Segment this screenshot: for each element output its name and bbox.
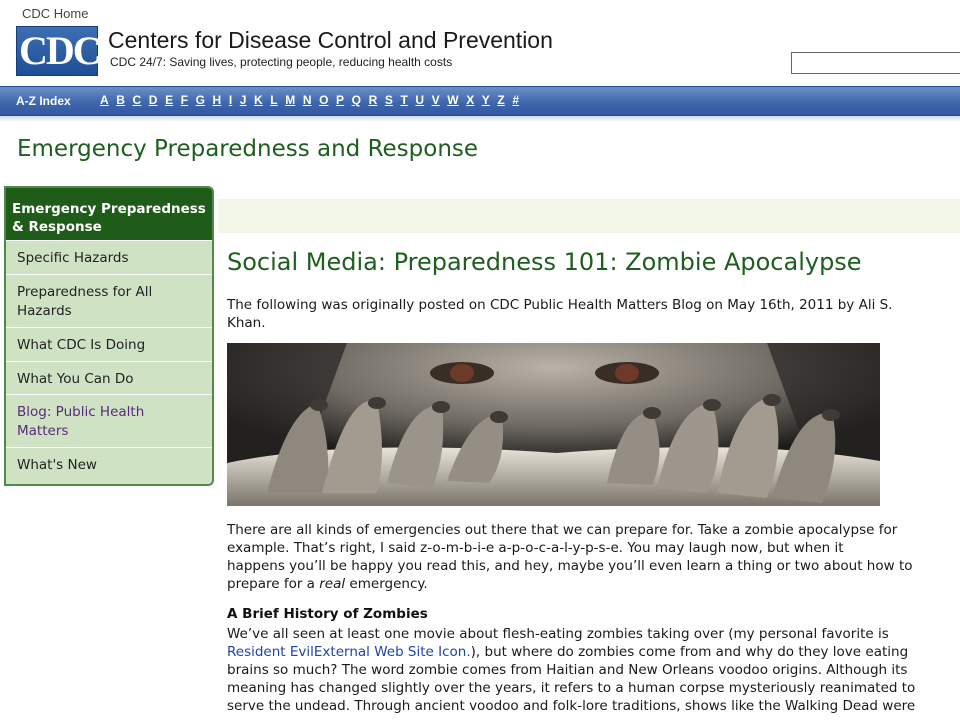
nav-item-what-cdc-is-doing[interactable]: What CDC Is Doing xyxy=(6,327,212,361)
nav-item-specific-hazards[interactable]: Specific Hazards xyxy=(6,240,212,274)
az-letter-link[interactable]: H xyxy=(213,93,222,107)
cdc-logo-text: CDC xyxy=(19,28,102,73)
para1-line1: There are all kinds of emergencies out t… xyxy=(227,522,898,538)
article-title: Social Media: Preparedness 101: Zombie A… xyxy=(227,248,862,276)
az-letter-link[interactable]: O xyxy=(319,93,328,107)
tagline: CDC 24/7: Saving lives, protecting peopl… xyxy=(110,55,453,69)
para1-line4: prepare for a real emergency. xyxy=(227,575,952,593)
az-letter-link[interactable]: F xyxy=(181,93,188,107)
nav-header-line1: Emergency Preparedness xyxy=(12,201,206,217)
para1-line4-end: emergency. xyxy=(345,576,428,592)
az-letter-link[interactable]: # xyxy=(512,93,519,107)
az-letter-link[interactable]: S xyxy=(385,93,393,107)
section-title: Emergency Preparedness and Response xyxy=(17,136,479,162)
para1-line4-start: prepare for a xyxy=(227,576,320,592)
para2-line2-rest: ), but where do zombies come from and wh… xyxy=(470,644,909,660)
para2-line2: Resident EvilExternal Web Site Icon.), b… xyxy=(227,643,952,661)
byline-line-2: Khan. xyxy=(227,315,266,331)
az-letter-link[interactable]: G xyxy=(196,93,205,107)
cdc-home-link[interactable]: CDC Home xyxy=(22,6,88,21)
az-letter-list: A B C D E F G H I J K L M N O P Q R S T U V W X Y Z # xyxy=(100,93,527,107)
az-index-label[interactable]: A-Z Index xyxy=(16,94,71,108)
az-letter-link[interactable]: K xyxy=(254,93,263,107)
az-letter-link[interactable]: L xyxy=(270,93,277,107)
az-letter-link[interactable]: Y xyxy=(482,93,490,107)
agency-name: Centers for Disease Control and Preventi… xyxy=(108,27,553,53)
az-letter-link[interactable]: I xyxy=(229,93,232,107)
history-subheading: A Brief History of Zombies xyxy=(227,606,428,622)
az-letter-link[interactable]: U xyxy=(415,93,424,107)
az-letter-link[interactable]: T xyxy=(400,93,407,107)
az-letter-link[interactable]: C xyxy=(133,93,142,107)
az-letter-link[interactable]: D xyxy=(149,93,158,107)
az-letter-link[interactable]: B xyxy=(116,93,125,107)
nav-item-label: Specific Hazards xyxy=(17,250,129,266)
resident-evil-link[interactable]: Resident EvilExternal Web Site Icon. xyxy=(227,644,471,660)
nav-item-preparedness-all-hazards[interactable]: Preparedness for All Hazards xyxy=(6,274,212,327)
para1-line3: happens you’ll be happy you read this, a… xyxy=(227,558,913,574)
az-letter-link[interactable]: M xyxy=(285,93,295,107)
nav-item-whats-new[interactable]: What's New xyxy=(6,447,212,484)
para2-line3: brains so much? The word zombie comes fr… xyxy=(227,662,908,678)
nav-item-label: What CDC Is Doing xyxy=(17,337,146,353)
az-letter-link[interactable]: W xyxy=(447,93,458,107)
az-letter-link[interactable]: E xyxy=(165,93,173,107)
para2-line1: We’ve all seen at least one movie about … xyxy=(227,626,889,642)
az-letter-link[interactable]: X xyxy=(466,93,474,107)
zombie-illustration xyxy=(227,343,880,506)
az-letter-link[interactable]: P xyxy=(336,93,344,107)
nav-item-label: Matters xyxy=(17,423,69,439)
az-letter-link[interactable]: V xyxy=(432,93,440,107)
az-letter-link[interactable]: J xyxy=(240,93,247,107)
az-letter-link[interactable]: N xyxy=(303,93,312,107)
nav-item-blog-public-health-matters[interactable]: Blog: Public Health Matters xyxy=(6,394,212,447)
nav-item-what-you-can-do[interactable]: What You Can Do xyxy=(6,361,212,394)
byline-line-1: The following was originally posted on C… xyxy=(227,297,893,313)
az-letter-link[interactable]: A xyxy=(100,93,109,107)
left-nav: Emergency Preparedness & Response Specif… xyxy=(4,186,214,486)
nav-header[interactable]: Emergency Preparedness & Response xyxy=(6,188,212,240)
az-letter-link[interactable]: R xyxy=(369,93,378,107)
para1-line2: example. That’s right, I said z-o-m-b-i-… xyxy=(227,540,844,556)
para2-line5: serve the undead. Through ancient voodoo… xyxy=(227,698,916,714)
nav-item-label: Blog: Public Health xyxy=(17,404,145,420)
nav-item-label: What You Can Do xyxy=(17,371,134,387)
cdc-logo[interactable]: CDC xyxy=(16,26,102,76)
nav-item-label: Preparedness for All xyxy=(17,284,153,300)
content-header-band xyxy=(218,199,960,233)
az-letter-link[interactable]: Z xyxy=(497,93,504,107)
az-index-bar: A-Z Index A B C D E F G H I J K L M N O P Q R S T U V W X Y Z # xyxy=(0,86,960,116)
header-divider xyxy=(0,116,960,122)
para1-emphasis: real xyxy=(319,576,346,592)
nav-header-line2: & Response xyxy=(12,219,102,235)
nav-item-label: Hazards xyxy=(17,303,72,319)
nav-item-label: What's New xyxy=(17,457,97,473)
zombie-hero-image xyxy=(227,343,880,506)
para2-line4: meaning has changed slightly over the ye… xyxy=(227,680,916,696)
az-letter-link[interactable]: Q xyxy=(352,93,361,107)
search-input[interactable] xyxy=(791,52,960,74)
